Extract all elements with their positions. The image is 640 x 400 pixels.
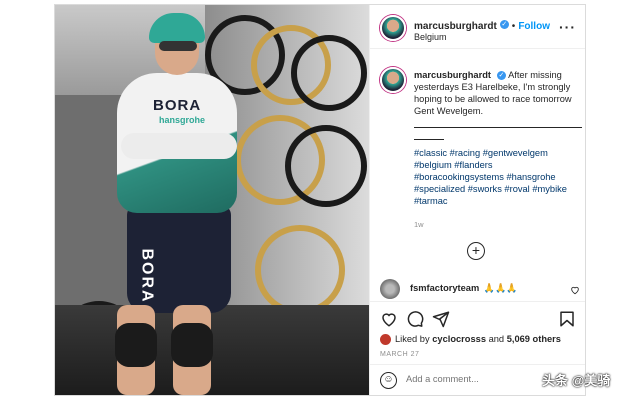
follow-button[interactable]: Follow	[518, 21, 550, 32]
caption-divider	[414, 127, 582, 139]
comment-text: fsmfactoryteam 🙏🙏🙏	[410, 283, 517, 294]
more-options-icon[interactable]: ···	[559, 19, 576, 35]
likes-prefix: Liked by	[395, 334, 430, 344]
post-side-panel: marcusburghardt ✓ • Follow Belgium ··· marc…	[369, 5, 585, 395]
comment-icon[interactable]	[406, 310, 424, 328]
comment-like-icon[interactable]	[570, 285, 580, 298]
post-location[interactable]: Belgium	[414, 32, 447, 42]
add-comment-input[interactable]	[406, 374, 526, 384]
post-date[interactable]: MARCH 27	[380, 351, 419, 358]
author-username[interactable]: marcusburghardt	[414, 21, 497, 32]
shorts-brand-text: BORA	[138, 248, 156, 304]
caption-divider-short	[414, 139, 444, 147]
watermark: 头条 @美骑	[542, 373, 611, 388]
emoji-icon[interactable]: ☺	[380, 372, 397, 389]
likes-and: and	[488, 334, 505, 344]
bike-wheel	[285, 125, 367, 207]
jersey-sponsor-text: hansgrohe	[159, 115, 206, 125]
caption-username[interactable]: marcusburghardt	[414, 70, 491, 80]
likes-count[interactable]: 5,069 others	[507, 334, 561, 344]
post-header: marcusburghardt ✓ • Follow Belgium ···	[370, 5, 585, 49]
commenter-username[interactable]: fsmfactoryteam	[410, 283, 479, 293]
rider-crossed-arms	[121, 133, 237, 159]
knee-warmer	[115, 323, 157, 367]
share-icon[interactable]	[432, 310, 450, 328]
caption-hashtags[interactable]: #classic #racing #gentwevelgem #belgium …	[414, 147, 584, 207]
comment-emoji: 🙏🙏🙏	[483, 283, 518, 293]
caption-body: marcusburghardt ✓ After missing yesterday…	[414, 69, 584, 207]
bike-wheel	[255, 225, 345, 315]
separator-dot: •	[511, 21, 516, 32]
verified-icon: ✓	[496, 71, 506, 81]
commenter-avatar[interactable]	[380, 279, 400, 299]
instagram-post-frame: BORA hansgrohe BORA marcusburghardt ✓ • Fol…	[54, 4, 586, 396]
liker-avatar[interactable]	[380, 334, 391, 346]
likes-summary: Liked by cyclocrosss and 5,069 others	[380, 334, 561, 346]
verified-icon: ✓	[499, 20, 509, 30]
jersey-brand-text: BORA	[153, 97, 202, 114]
caption-avatar[interactable]	[380, 67, 406, 93]
rider-sunglasses	[159, 41, 197, 51]
knee-warmer	[171, 323, 213, 367]
liker-username[interactable]: cyclocrosss	[432, 334, 486, 344]
heart-icon[interactable]	[380, 310, 398, 328]
post-photo[interactable]: BORA hansgrohe BORA	[55, 5, 369, 395]
bike-wheel	[291, 35, 367, 111]
load-more-comments-icon[interactable]: +	[467, 242, 485, 260]
post-age: 1w	[414, 220, 424, 229]
author-avatar[interactable]	[380, 15, 406, 41]
bookmark-icon[interactable]	[558, 310, 576, 328]
comment-item: fsmfactoryteam 🙏🙏🙏	[380, 279, 580, 301]
